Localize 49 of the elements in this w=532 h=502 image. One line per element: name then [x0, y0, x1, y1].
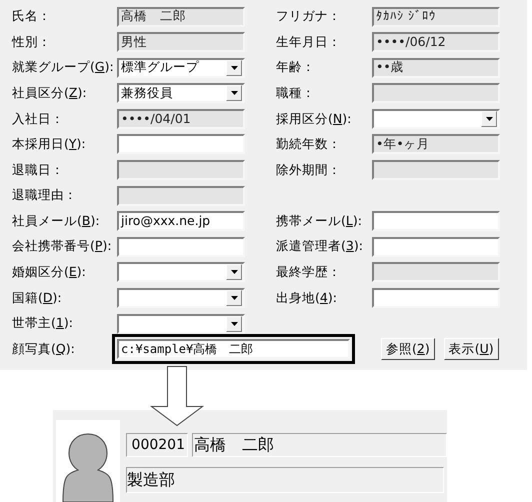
- field-label: 就業グループ(G):: [12, 59, 114, 74]
- field-label: 職種：: [276, 84, 315, 100]
- input-field[interactable]: [372, 211, 500, 232]
- field-label: 世帯主(1):: [12, 315, 73, 330]
- field-label: 本採用日(Y):: [12, 136, 86, 152]
- field-label: 携帯メール(L):: [276, 212, 362, 228]
- field-label: 出身地(4):: [276, 290, 337, 305]
- input-field[interactable]: [372, 288, 500, 308]
- input-field[interactable]: [117, 236, 245, 257]
- input-field[interactable]: [117, 134, 245, 154]
- dropdown[interactable]: 標準グループ: [117, 58, 245, 78]
- dropdown[interactable]: [117, 288, 245, 308]
- field-label: 氏名：: [12, 8, 51, 24]
- field-label: 最終学歴：: [276, 264, 341, 280]
- field-label: 社員区分(Z):: [12, 84, 87, 100]
- employee-code: 000201: [126, 433, 188, 457]
- field-label: 採用区分(N):: [276, 110, 352, 126]
- caret-icon: [230, 91, 238, 96]
- field-label: 除外期間：: [276, 162, 341, 177]
- field-label: フリガナ：: [276, 8, 341, 24]
- field-label: 生年月日：: [276, 34, 341, 49]
- field-label: 入社日：: [12, 110, 64, 126]
- caret-icon: [230, 66, 238, 70]
- input-field[interactable]: [372, 236, 500, 257]
- action-button[interactable]: 表示(U): [444, 338, 499, 360]
- field-label: 社員メール(B):: [12, 212, 100, 228]
- employee-name: 高橋 二郎: [192, 433, 447, 457]
- field-label: 性別：: [12, 34, 51, 49]
- caret-icon: [230, 270, 238, 274]
- field-label: 派遣管理者(3):: [276, 238, 363, 254]
- dropdown[interactable]: [117, 262, 245, 282]
- field-label: 退職日：: [12, 162, 64, 177]
- dropdown[interactable]: [117, 314, 245, 334]
- input-field[interactable]: jiro@xxx.ne.jp: [117, 211, 245, 232]
- input-field[interactable]: c:¥sample¥高橋 二郎: [117, 339, 350, 360]
- field-label: 退職理由：: [12, 187, 77, 202]
- caret-icon: [486, 116, 492, 121]
- caret-icon: [230, 296, 238, 300]
- field-label: 勤続年数：: [276, 136, 341, 152]
- field-label: 会社携帯番号(P):: [12, 238, 112, 254]
- field-label: 顔写真(Q):: [12, 340, 75, 356]
- department-field: 製造部: [126, 467, 444, 493]
- field-label: 国籍(D):: [12, 290, 62, 305]
- field-label: 婚姻区分(E):: [12, 264, 86, 280]
- dropdown[interactable]: [372, 108, 500, 129]
- field-label: 年齢：: [276, 59, 315, 74]
- dropdown[interactable]: 兼務役員: [117, 83, 245, 104]
- action-button[interactable]: 参照(2): [381, 338, 435, 360]
- caret-icon: [230, 322, 238, 326]
